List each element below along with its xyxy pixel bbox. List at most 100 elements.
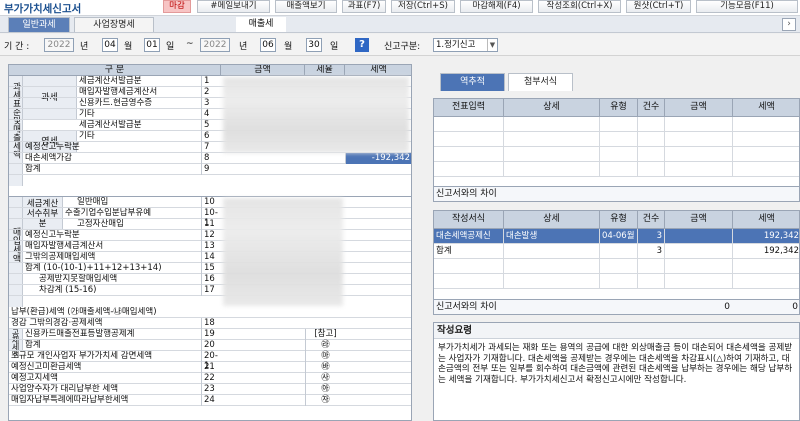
to-year-field[interactable]: 2022 bbox=[200, 38, 230, 52]
list-item[interactable] bbox=[434, 147, 799, 162]
list-item[interactable] bbox=[434, 274, 799, 289]
entry-diff-label: 신고서와의 차이 bbox=[436, 189, 497, 199]
to-day-unit: 일 bbox=[330, 42, 339, 52]
list-item[interactable] bbox=[434, 132, 799, 147]
row-label: 예정신고누락분 bbox=[25, 230, 80, 240]
report-type-value: 1.정기신고 bbox=[436, 40, 476, 50]
to-day-field[interactable]: 30 bbox=[306, 38, 322, 52]
table-row: 예정신고누락분 12 bbox=[9, 230, 411, 241]
row-number: 4 bbox=[201, 109, 221, 120]
from-year-field[interactable]: 2022 bbox=[44, 38, 74, 52]
tab-business[interactable]: 사업장명세 bbox=[74, 17, 154, 32]
row-label: 합계 (10-(10-1)+11+12+13+14) bbox=[25, 263, 162, 273]
cell-form: 대손세액공제신 bbox=[434, 229, 504, 244]
row-number: 6 bbox=[201, 131, 221, 142]
header-count: 건수 bbox=[638, 211, 665, 229]
query-button[interactable]: 작성조회(Ctrl+X) bbox=[538, 0, 621, 13]
table-row-selected[interactable]: 대손세액공제신 대손발생 04-06월 3 192,342 bbox=[434, 229, 799, 244]
cell-type bbox=[600, 244, 638, 259]
reference-mark: [참고] bbox=[305, 329, 345, 340]
row-label: 매입자발행세금계산서 bbox=[79, 87, 158, 97]
row-label: 소규모 개인사업자 부가가치세 감면세액 bbox=[11, 351, 153, 361]
cell-count: 3 bbox=[638, 229, 665, 244]
row-number: 18 bbox=[201, 318, 221, 329]
chevron-right-icon[interactable]: › bbox=[782, 18, 796, 31]
from-month-field[interactable]: 04 bbox=[102, 38, 118, 52]
header-rate: 세율 bbox=[305, 65, 345, 76]
row-number: 20-1 bbox=[201, 351, 221, 371]
circled-mark: ㉶ bbox=[305, 395, 345, 406]
row-number: 12 bbox=[201, 230, 221, 241]
row-label: 그밖의공제매입세액 bbox=[25, 252, 96, 262]
header-amount: 금액 bbox=[221, 65, 305, 76]
row-number: 7 bbox=[201, 142, 221, 153]
table-row: 일반매입 10 bbox=[9, 197, 411, 208]
header-tax: 세액 bbox=[345, 65, 411, 76]
table-row: 수출기업수입분납부유예 10-1 bbox=[9, 208, 411, 228]
view-sales-button[interactable]: 매출액보기 bbox=[275, 0, 337, 13]
circled-mark: ㉳ bbox=[305, 362, 345, 373]
row-number: 20 bbox=[201, 340, 221, 351]
tab-bar: 일반과세 사업장명세 매출세 bbox=[0, 16, 800, 33]
row-label: 신용카드매출전표등발행공제계 bbox=[25, 329, 135, 339]
row-label: 대손세액가감 bbox=[25, 153, 72, 163]
circled-mark: ㉴ bbox=[305, 373, 345, 384]
app-title: 부가가치세신고서 bbox=[4, 3, 82, 15]
row-number: 2 bbox=[201, 87, 221, 98]
list-item[interactable] bbox=[434, 117, 799, 132]
row-label: 세금계산서발급분 bbox=[79, 76, 142, 86]
table-row: 매입자발행세금계산서 13 bbox=[9, 241, 411, 252]
to-month-field[interactable]: 06 bbox=[260, 38, 276, 52]
row-label: 공제받지못할매입세액 bbox=[39, 274, 118, 284]
chevron-down-icon[interactable]: ▼ bbox=[487, 39, 497, 51]
cell-tax: 192,342 bbox=[763, 246, 799, 256]
close-deadline-button[interactable]: 마감 bbox=[163, 0, 191, 13]
tab-general[interactable]: 일반과세 bbox=[8, 17, 70, 32]
function-menu-button[interactable]: 기능모음(F11) bbox=[696, 0, 798, 13]
header-detail: 상세 bbox=[504, 211, 600, 229]
help-icon[interactable]: ? bbox=[355, 38, 369, 52]
row-number: 22 bbox=[201, 373, 221, 384]
list-item[interactable] bbox=[434, 162, 799, 177]
oneshot-button[interactable]: 원샷(Ctrl+T) bbox=[626, 0, 691, 13]
header-amount: 금액 bbox=[665, 99, 733, 117]
table-row: 대손세액가감 8 -192,342 bbox=[9, 153, 411, 164]
row-label: 기타 bbox=[79, 109, 95, 119]
save-button[interactable]: 저장(Ctrl+S) bbox=[391, 0, 455, 13]
header-category: 구 분 bbox=[9, 65, 221, 76]
list-item[interactable] bbox=[434, 259, 799, 274]
report-type-select[interactable]: 1.정기신고 ▼ bbox=[433, 38, 498, 52]
table-row: 그밖의공제매입세액 14 bbox=[9, 252, 411, 263]
row-label: 사업양수자가 대리납부한 세액 bbox=[11, 384, 119, 394]
form-diff-amount: 0 bbox=[724, 302, 730, 312]
row-number: 3 bbox=[201, 98, 221, 109]
row-number: 11 bbox=[201, 219, 221, 230]
tax-base-button[interactable]: 과표(F7) bbox=[342, 0, 386, 13]
table-row: 공제받지못할매입세액 16 bbox=[9, 274, 411, 285]
cell-detail bbox=[504, 244, 600, 259]
tab-ledger-trace[interactable]: 역추적 bbox=[440, 73, 505, 91]
from-day-field[interactable]: 01 bbox=[144, 38, 160, 52]
table-row: 합계 20 ㉱ bbox=[9, 340, 411, 351]
tab-page-sales-tax[interactable]: 매출세 bbox=[236, 17, 286, 32]
header-type: 유형 bbox=[600, 99, 638, 117]
table-row-spacer bbox=[9, 175, 411, 197]
report-type-label: 신고구분: bbox=[384, 42, 421, 52]
row-label: 합계 bbox=[25, 164, 41, 174]
row-number: 10 bbox=[201, 197, 221, 208]
cell-detail: 대손발생 bbox=[504, 229, 600, 244]
to-month-unit: 월 bbox=[284, 42, 293, 52]
tax-return-table: 구 분 금액 세율 세액 과세표준및매출세액 과세 영세 매입세액 세금계산서수… bbox=[8, 64, 412, 421]
circled-mark: ㉲ bbox=[305, 351, 345, 362]
writing-guide-title: 작성요령 bbox=[434, 323, 799, 339]
send-mail-button[interactable]: #메일보내기 bbox=[197, 0, 270, 13]
form-diff-row: 신고서와의 차이 0 0 bbox=[434, 299, 799, 314]
cell-tax: 192,342 bbox=[763, 231, 799, 241]
tilde: ~ bbox=[186, 39, 194, 49]
bad-debt-tax-cell[interactable]: -192,342 bbox=[345, 153, 411, 164]
table-row-total[interactable]: 합계 3 192,342 bbox=[434, 244, 799, 259]
header-form: 작성서식 bbox=[434, 211, 504, 229]
tab-attached-forms[interactable]: 첨부서식 bbox=[508, 73, 573, 91]
unlock-deadline-button[interactable]: 마감해제(F4) bbox=[460, 0, 533, 13]
table-row: 매입자납부특례에따라납부한세액 24 ㉶ bbox=[9, 395, 411, 406]
